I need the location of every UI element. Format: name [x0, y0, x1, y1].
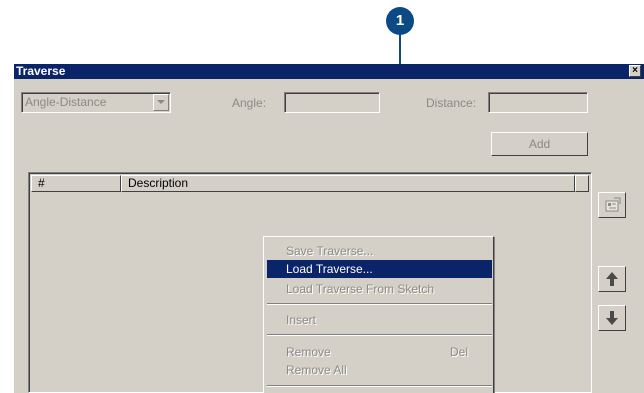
list-header: # Description — [31, 175, 589, 192]
move-up-button[interactable] — [598, 266, 626, 292]
column-header-number[interactable]: # — [31, 175, 121, 192]
column-header-filler — [575, 175, 589, 192]
properties-icon — [605, 197, 621, 212]
mode-dropdown-value: Angle-Distance — [25, 95, 107, 109]
distance-label: Distance: — [426, 96, 477, 110]
menu-separator — [267, 334, 492, 336]
traverse-window: Traverse × Angle-Distance Angle: Distanc… — [13, 64, 644, 393]
angle-input[interactable] — [284, 92, 380, 113]
callout-number: 1 — [386, 7, 414, 35]
menu-item-load-traverse[interactable]: Load Traverse... — [267, 260, 492, 278]
properties-button[interactable] — [598, 192, 626, 218]
menu-separator — [267, 385, 492, 387]
up-arrow-icon — [606, 272, 618, 286]
distance-input[interactable] — [488, 92, 588, 113]
context-menu: Save Traverse... Load Traverse... Load T… — [263, 236, 494, 393]
down-arrow-icon — [606, 311, 618, 325]
menu-item-remove-all[interactable]: Remove All — [267, 361, 492, 379]
menu-item-remove[interactable]: Remove Del — [267, 343, 492, 361]
menu-item-load-traverse-from-sketch[interactable]: Load Traverse From Sketch — [267, 280, 492, 298]
angle-label: Angle: — [232, 96, 267, 110]
menu-item-remove-shortcut: Del — [449, 345, 468, 359]
menu-item-remove-label: Remove — [286, 345, 331, 359]
menu-separator — [267, 303, 492, 305]
add-button[interactable]: Add — [491, 132, 588, 156]
title-bar: Traverse × — [14, 64, 644, 79]
column-header-description[interactable]: Description — [121, 175, 575, 192]
menu-item-insert[interactable]: Insert — [267, 311, 492, 329]
dropdown-button[interactable] — [153, 94, 169, 111]
mode-dropdown[interactable]: Angle-Distance — [21, 92, 171, 113]
chevron-down-icon — [157, 100, 165, 104]
close-button[interactable]: × — [629, 65, 641, 77]
menu-item-save-traverse[interactable]: Save Traverse... — [267, 242, 492, 260]
close-icon: × — [632, 65, 638, 76]
add-button-label: Add — [528, 137, 551, 151]
move-down-button[interactable] — [598, 305, 626, 331]
window-title: Traverse — [16, 64, 66, 78]
